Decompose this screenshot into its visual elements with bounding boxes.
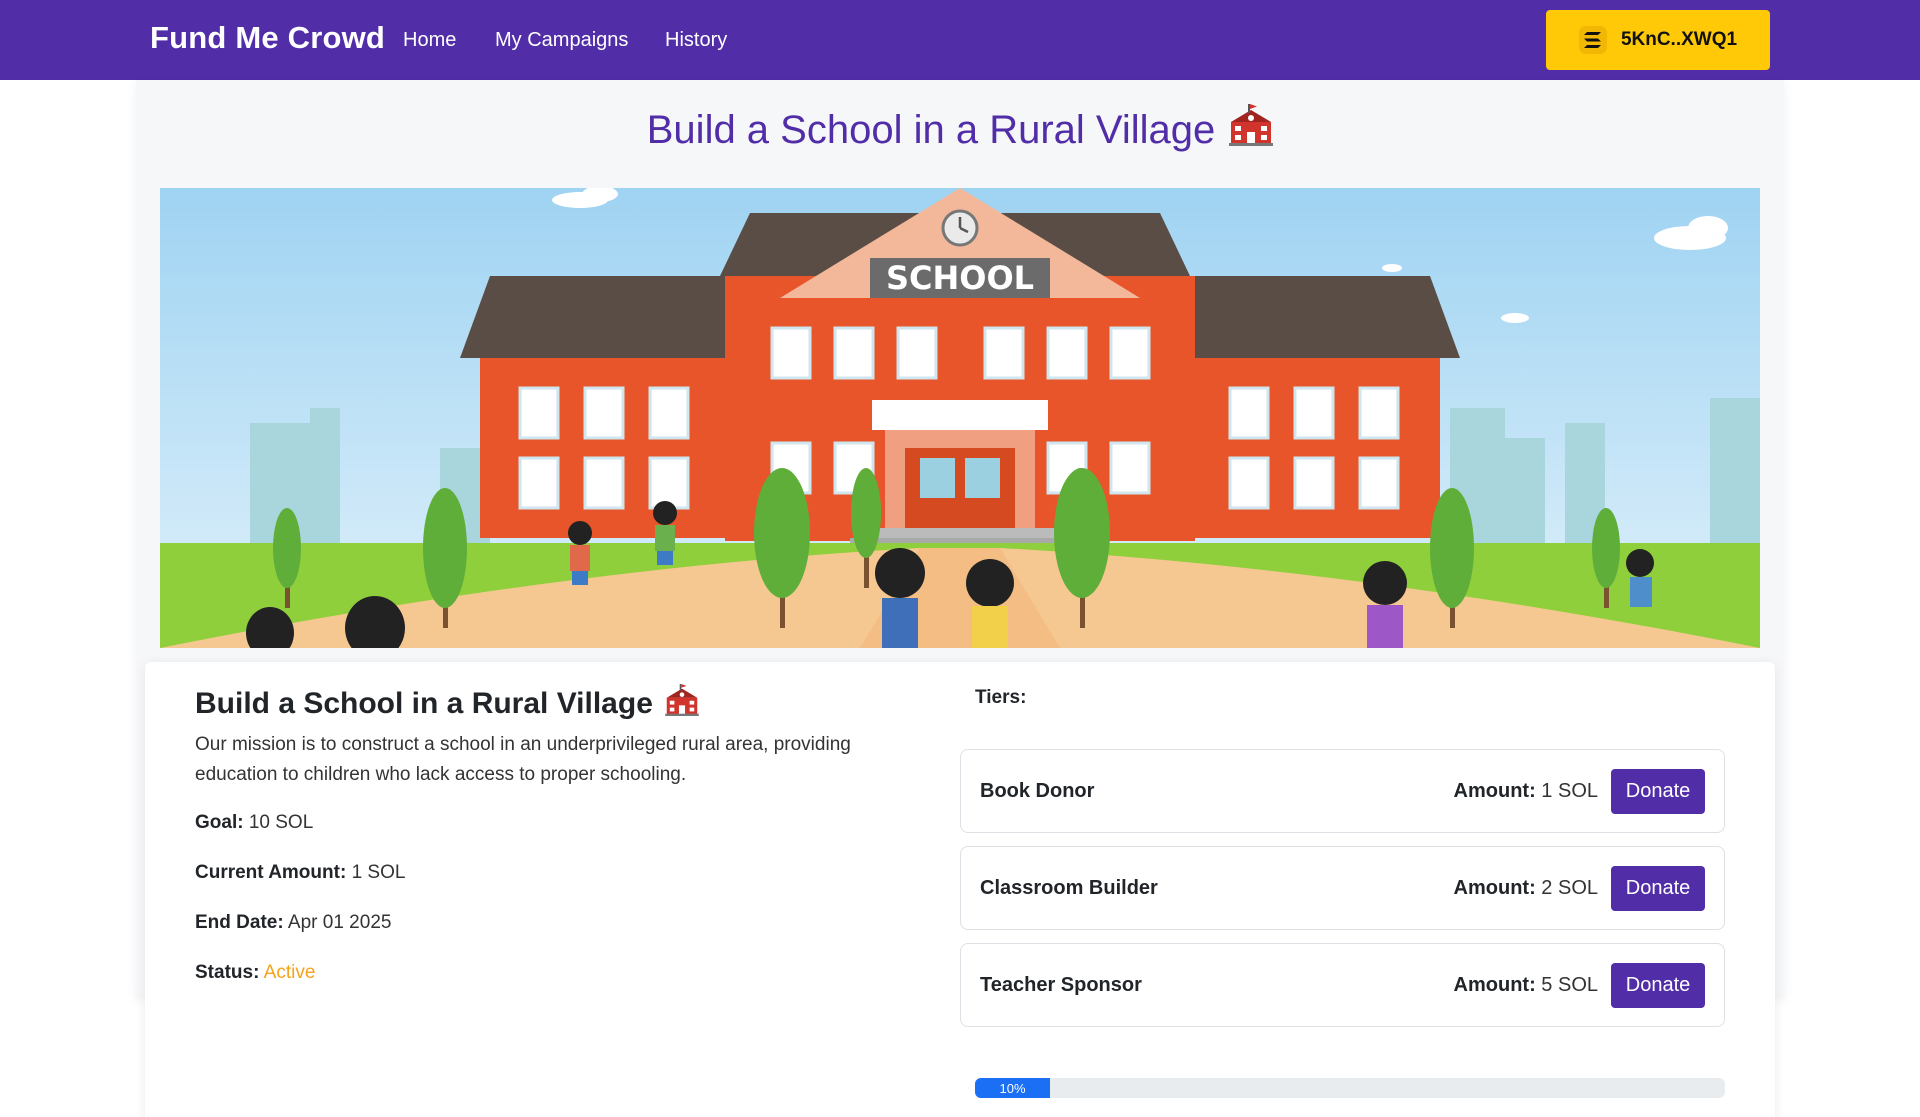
funding-progress-bar: 10% xyxy=(975,1078,1725,1098)
current-amount-label: Current Amount: xyxy=(195,862,347,883)
status-label: Status: xyxy=(195,962,260,983)
tiers-heading: Tiers: xyxy=(975,687,1027,708)
nav-home-link[interactable]: Home xyxy=(403,29,456,52)
top-navbar: Fund Me Crowd Home My Campaigns History … xyxy=(0,0,1920,80)
page-title-text: Build a School in a Rural Village xyxy=(646,107,1216,152)
donate-button-classroom-builder[interactable]: Donate xyxy=(1611,866,1705,911)
tier-amount-value: 2 SOL xyxy=(1541,877,1598,899)
goal-label: Goal: xyxy=(195,812,244,833)
tier-name: Book Donor xyxy=(980,780,1095,802)
solana-icon xyxy=(1578,26,1607,54)
tier-amount: Amount: 5 SOL xyxy=(1454,974,1598,997)
end-date-label: End Date: xyxy=(195,912,284,933)
campaign-description: Our mission is to construct a school in … xyxy=(195,734,851,785)
campaign-status: Status: Active xyxy=(195,962,315,984)
school-icon xyxy=(1229,104,1274,156)
tier-card-teacher-sponsor: Teacher Sponsor Amount: 5 SOL Donate xyxy=(960,943,1725,1027)
wallet-connect-button[interactable]: 5KnC..XWQ1 xyxy=(1546,10,1770,70)
campaign-end-date: End Date: Apr 01 2025 xyxy=(195,912,391,934)
hero-sign-text: SCHOOL xyxy=(886,259,1034,297)
tier-amount-value: 5 SOL xyxy=(1541,974,1598,996)
donate-button-teacher-sponsor[interactable]: Donate xyxy=(1611,963,1705,1008)
tier-amount: Amount: 1 SOL xyxy=(1454,780,1598,803)
campaign-current-amount: Current Amount: 1 SOL xyxy=(195,862,405,884)
nav-history-link[interactable]: History xyxy=(665,29,727,52)
tier-amount-label: Amount: xyxy=(1453,780,1536,802)
campaign-title-text: Build a School in a Rural Village xyxy=(195,687,653,720)
campaign-title: Build a School in a Rural Village xyxy=(195,684,699,724)
tier-name: Teacher Sponsor xyxy=(980,974,1142,996)
nav-my-campaigns-link[interactable]: My Campaigns xyxy=(495,29,628,52)
wallet-address: 5KnC..XWQ1 xyxy=(1620,29,1738,50)
tier-amount-label: Amount: xyxy=(1453,974,1536,996)
tier-card-book-donor: Book Donor Amount: 1 SOL Donate xyxy=(960,749,1725,833)
tier-card-classroom-builder: Classroom Builder Amount: 2 SOL Donate xyxy=(960,846,1725,930)
brand-logo[interactable]: Fund Me Crowd xyxy=(150,20,385,56)
tier-amount: Amount: 2 SOL xyxy=(1454,877,1598,900)
tier-amount-label: Amount: xyxy=(1453,877,1536,899)
campaign-goal: Goal: 10 SOL xyxy=(195,812,313,834)
donate-button-book-donor[interactable]: Donate xyxy=(1611,769,1705,814)
campaign-hero-image: SCHOOL xyxy=(160,188,1760,648)
tier-name: Classroom Builder xyxy=(980,877,1158,899)
end-date-value: Apr 01 2025 xyxy=(287,912,392,933)
current-amount-value: 1 SOL xyxy=(351,862,406,883)
goal-value: 10 SOL xyxy=(248,812,314,833)
page-title: Build a School in a Rural Village xyxy=(0,104,1920,156)
status-badge: Active xyxy=(263,962,316,983)
school-icon xyxy=(665,684,699,724)
tier-amount-value: 1 SOL xyxy=(1541,780,1598,802)
progress-fill: 10% xyxy=(975,1078,1050,1098)
